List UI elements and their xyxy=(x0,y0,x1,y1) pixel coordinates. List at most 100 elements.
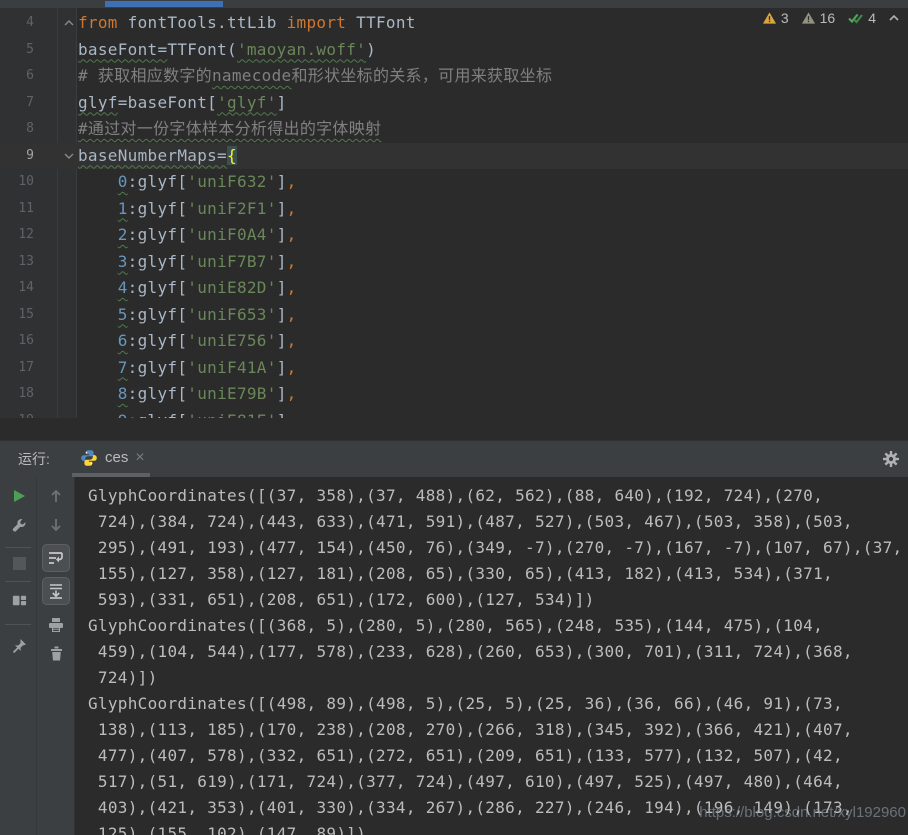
console-line: 724)]) xyxy=(88,665,908,691)
run-tool-window: 运行: ces × xyxy=(0,440,908,835)
console-line: 125),(155, 102),(147, 89)]) xyxy=(88,821,908,835)
code-line-7[interactable]: 7 glyf=baseFont['glyf'] xyxy=(0,90,908,117)
weak-warnings-count: 16 xyxy=(820,10,836,26)
code-text: 3:glyf['uniF7B7'], xyxy=(78,249,297,276)
code-line-11[interactable]: 11 1:glyf['uniF2F1'], xyxy=(0,196,908,223)
line-number: 10 xyxy=(0,169,34,196)
run-tab-label: ces xyxy=(105,449,128,466)
code-text: 0:glyf['uniF632'], xyxy=(78,169,297,196)
rerun-button[interactable] xyxy=(10,487,28,505)
toolbar-separator xyxy=(5,624,31,625)
passed-indicator[interactable]: 4 xyxy=(847,10,876,26)
console-line: 459),(104, 544),(177, 578),(233, 628),(2… xyxy=(88,639,908,665)
code-text: 7:glyf['uniF41A'], xyxy=(78,355,297,382)
inspections-collapse[interactable] xyxy=(888,13,900,23)
fold-column xyxy=(34,143,78,170)
code-line-16[interactable]: 16 6:glyf['uniE756'], xyxy=(0,328,908,355)
run-panel-title: 运行: xyxy=(18,441,50,478)
line-number: 9 xyxy=(0,143,34,170)
fold-column xyxy=(34,10,78,37)
code-lines: 4from fontTools.ttLib import TTFont5base… xyxy=(0,10,908,418)
line-number: 11 xyxy=(0,196,34,223)
arrow-down-icon xyxy=(48,517,64,533)
fold-column xyxy=(34,196,78,223)
restore-layout-button[interactable] xyxy=(10,591,28,609)
fold-column xyxy=(34,328,78,355)
code-line-10[interactable]: 10 0:glyf['uniF632'], xyxy=(0,169,908,196)
scroll-to-end-icon xyxy=(47,582,65,600)
code-line-9[interactable]: 9baseNumberMaps={ xyxy=(0,143,908,170)
console-line: 593),(331, 651),(208, 651),(172, 600),(1… xyxy=(88,587,908,613)
code-line-5[interactable]: 5 baseFont=TTFont('maoyan.woff') xyxy=(0,37,908,64)
code-line-6[interactable]: 6# 获取相应数字的namecode和形状坐标的关系，可用来获取坐标 xyxy=(0,63,908,90)
line-number: 7 xyxy=(0,90,34,117)
run-panel-header: 运行: ces × xyxy=(0,440,908,477)
down-the-stack-trace-button[interactable] xyxy=(47,516,65,534)
line-number: 4 xyxy=(0,10,34,37)
console-line: 517),(51, 619),(171, 724),(377, 724),(49… xyxy=(88,769,908,795)
settings-wrench-button[interactable] xyxy=(10,516,28,534)
console-line: GlyphCoordinates([(498, 89),(498, 5),(25… xyxy=(88,691,908,717)
scroll-to-end-toggle[interactable] xyxy=(42,577,70,605)
soft-wrap-icon xyxy=(47,549,65,567)
fold-expand-icon[interactable] xyxy=(63,150,75,162)
stop-icon xyxy=(13,557,26,570)
line-number: 5 xyxy=(0,37,34,64)
soft-wrap-toggle[interactable] xyxy=(42,544,70,572)
editor-tab-bar xyxy=(0,0,908,8)
line-number: 19 xyxy=(0,408,34,419)
line-number: 15 xyxy=(0,302,34,329)
run-tab-ces[interactable]: ces × xyxy=(72,441,153,474)
active-tab-indicator xyxy=(105,1,223,7)
close-tab-icon[interactable]: × xyxy=(135,450,144,466)
double-check-icon xyxy=(847,11,864,25)
weak-warning-icon xyxy=(801,11,816,25)
pin-icon xyxy=(10,637,28,655)
arrow-up-icon xyxy=(48,488,64,504)
warning-icon xyxy=(762,11,777,25)
run-settings-button[interactable] xyxy=(882,450,900,468)
code-line-15[interactable]: 15 5:glyf['uniF653'], xyxy=(0,302,908,329)
console-line: 724),(384, 724),(443, 633),(471, 591),(4… xyxy=(88,509,908,535)
fold-column xyxy=(34,169,78,196)
weak-warnings-indicator[interactable]: 16 xyxy=(801,10,836,26)
code-text: baseFont=TTFont('maoyan.woff') xyxy=(78,37,376,64)
code-line-14[interactable]: 14 4:glyf['uniE82D'], xyxy=(0,275,908,302)
code-text: 5:glyf['uniF653'], xyxy=(78,302,297,329)
console-line: GlyphCoordinates([(37, 358),(37, 488),(6… xyxy=(88,483,908,509)
line-number: 12 xyxy=(0,222,34,249)
code-text: glyf=baseFont['glyf'] xyxy=(78,90,287,117)
code-editor[interactable]: 4from fontTools.ttLib import TTFont5base… xyxy=(0,8,908,440)
pin-tab-button[interactable] xyxy=(10,637,28,655)
warnings-indicator[interactable]: 3 xyxy=(762,10,789,26)
python-logo-icon xyxy=(80,449,98,467)
line-number: 18 xyxy=(0,381,34,408)
run-panel-body: GlyphCoordinates([(37, 358),(37, 488),(6… xyxy=(0,477,908,835)
code-line-17[interactable]: 17 7:glyf['uniF41A'], xyxy=(0,355,908,382)
fold-column xyxy=(34,116,78,143)
up-the-stack-trace-button[interactable] xyxy=(47,487,65,505)
run-play-icon xyxy=(11,488,27,504)
code-line-19[interactable]: 19 9:glyf['uniE81E'] xyxy=(0,408,908,419)
print-button[interactable] xyxy=(47,616,65,634)
code-text: #通过对一份字体样本分析得出的字体映射 xyxy=(78,116,381,143)
console-output[interactable]: GlyphCoordinates([(37, 358),(37, 488),(6… xyxy=(75,477,908,835)
code-line-8[interactable]: 8#通过对一份字体样本分析得出的字体映射 xyxy=(0,116,908,143)
chevron-up-icon xyxy=(888,13,900,23)
fold-collapse-icon[interactable] xyxy=(63,17,75,29)
pycharm-window: 4from fontTools.ttLib import TTFont5base… xyxy=(0,0,908,835)
code-line-18[interactable]: 18 8:glyf['uniE79B'], xyxy=(0,381,908,408)
code-line-12[interactable]: 12 2:glyf['uniF0A4'], xyxy=(0,222,908,249)
fold-column xyxy=(34,249,78,276)
code-text: 2:glyf['uniF0A4'], xyxy=(78,222,297,249)
console-line: 155),(127, 358),(127, 181),(208, 65),(33… xyxy=(88,561,908,587)
fold-column xyxy=(34,355,78,382)
code-line-13[interactable]: 13 3:glyf['uniF7B7'], xyxy=(0,249,908,276)
fold-column xyxy=(34,63,78,90)
stop-button[interactable] xyxy=(10,554,28,572)
fold-column xyxy=(34,37,78,64)
fold-column xyxy=(34,90,78,117)
code-text: 8:glyf['uniE79B'], xyxy=(78,381,297,408)
fold-column xyxy=(34,381,78,408)
clear-all-button[interactable] xyxy=(47,644,65,662)
